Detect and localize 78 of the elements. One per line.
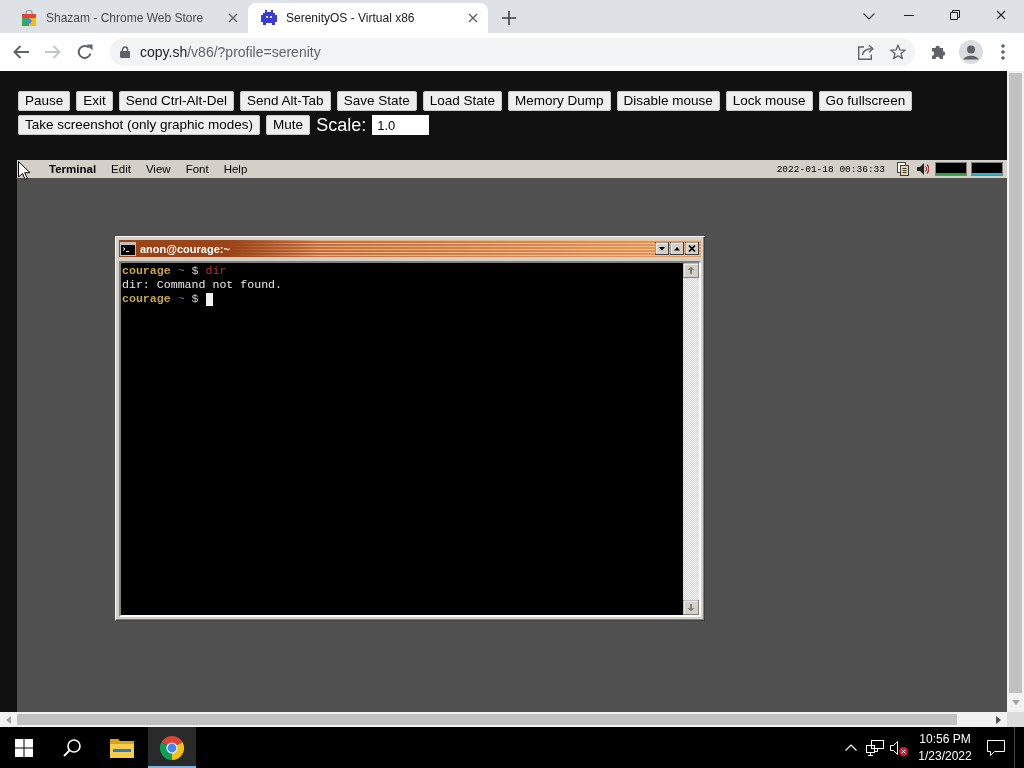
scrollbar[interactable] — [683, 263, 699, 615]
window-title: anon@courage:~ — [140, 242, 231, 255]
chrome-icon — [160, 735, 184, 760]
command-text: dir — [205, 264, 227, 278]
chevron-down-icon[interactable] — [863, 13, 875, 20]
windows-logo-icon[interactable] — [15, 738, 33, 757]
scrollbar-thumb[interactable] — [17, 714, 957, 725]
menu-item[interactable]: Help — [223, 163, 248, 175]
emulator-button[interactable]: Save State — [336, 91, 417, 111]
emulator-button[interactable]: Pause — [18, 91, 71, 111]
search-icon[interactable] — [63, 738, 81, 757]
emulator-button[interactable]: Mute — [266, 115, 311, 135]
terminal-icon — [120, 241, 136, 256]
up-arrow-icon[interactable] — [683, 263, 699, 278]
share-icon[interactable] — [858, 44, 874, 60]
restore-icon[interactable] — [950, 10, 960, 20]
emulator-button[interactable]: Go fullscreen — [818, 91, 913, 111]
speaker-muted-icon[interactable] — [890, 739, 908, 756]
menu-item[interactable]: Font — [185, 163, 209, 175]
network-icon[interactable] — [866, 739, 884, 756]
emulator-button[interactable]: Exit — [76, 91, 113, 111]
clock-text: 2022-01-18 00:36:33 — [776, 163, 885, 175]
menu-item[interactable]: Edit — [111, 163, 131, 175]
triangle-up-icon[interactable] — [670, 242, 684, 255]
close-icon[interactable] — [468, 13, 478, 23]
puzzle-piece-icon[interactable] — [931, 44, 947, 60]
close-icon[interactable] — [685, 242, 699, 255]
menu-item[interactable]: Terminal — [49, 163, 97, 175]
prompt-text: $ — [191, 264, 199, 278]
emulator-button[interactable]: Disable mouse — [616, 91, 720, 111]
mouse-pointer-icon — [18, 161, 30, 180]
down-arrow-icon[interactable] — [683, 600, 699, 615]
output-text: dir: Command not found. — [122, 278, 283, 292]
emulator-button[interactable]: Memory Dump — [508, 91, 611, 111]
date-text: 1/23/2022 — [918, 747, 972, 765]
browser-tab[interactable]: SerenityOS - Virtual x86 — [248, 3, 488, 33]
clipboard-icon[interactable] — [897, 162, 909, 176]
triangle-down-icon[interactable] — [655, 242, 669, 255]
minimize-icon[interactable] — [904, 14, 914, 16]
menu-item[interactable]: View — [145, 163, 171, 175]
reload-icon[interactable] — [77, 44, 93, 60]
emulator-button[interactable]: Lock mouse — [725, 91, 813, 111]
plus-icon[interactable] — [502, 10, 516, 25]
speaker-icon[interactable] — [917, 163, 929, 175]
graph-icon[interactable] — [935, 162, 967, 176]
scrollbar-thumb[interactable] — [1009, 73, 1022, 693]
emulator-button[interactable]: Take screenshot (only graphic modes) — [18, 115, 261, 135]
taskbar-button[interactable] — [148, 727, 196, 768]
bag-icon — [21, 10, 37, 26]
time-text: 10:56 PM — [919, 730, 971, 748]
chevron-up-icon[interactable] — [845, 744, 857, 751]
url-text: copy.sh/v86/?profile=serenity — [140, 44, 321, 60]
path-text: ~ — [177, 292, 185, 306]
emulator-button[interactable]: Load State — [422, 91, 502, 111]
vertical-scrollbar[interactable] — [1007, 71, 1024, 712]
scale-field[interactable]: 1.0 — [372, 115, 430, 135]
scrollbar-corner — [1007, 712, 1024, 727]
emulator-button[interactable]: Send Alt-Tab — [240, 91, 331, 111]
menu-icon[interactable] — [1001, 44, 1005, 60]
emulator-button[interactable]: Send Ctrl-Alt-Del — [118, 91, 235, 111]
address-bar[interactable]: copy.sh/v86/?profile=serenity — [110, 38, 915, 66]
horizontal-scrollbar[interactable] — [0, 712, 1007, 727]
back-arrow-icon[interactable] — [13, 45, 29, 59]
prompt-text: $ — [191, 292, 199, 306]
star-icon[interactable] — [890, 44, 906, 60]
avatar-icon[interactable] — [959, 40, 983, 64]
hostname-text: courage — [122, 264, 171, 278]
path-text: ~ — [177, 264, 185, 278]
graph-icon[interactable] — [971, 162, 1003, 176]
speech-bubble-icon[interactable] — [987, 739, 1005, 756]
scale-label: Scale: — [316, 115, 367, 135]
hostname-text: courage — [122, 292, 171, 306]
lock-icon — [120, 46, 130, 58]
close-icon[interactable] — [996, 10, 1006, 20]
folder-icon — [110, 737, 134, 758]
browser-tab[interactable]: Shazam - Chrome Web Store — [8, 3, 248, 33]
pixel-ghost-icon — [261, 10, 277, 26]
caret-right-icon[interactable] — [996, 715, 1001, 724]
